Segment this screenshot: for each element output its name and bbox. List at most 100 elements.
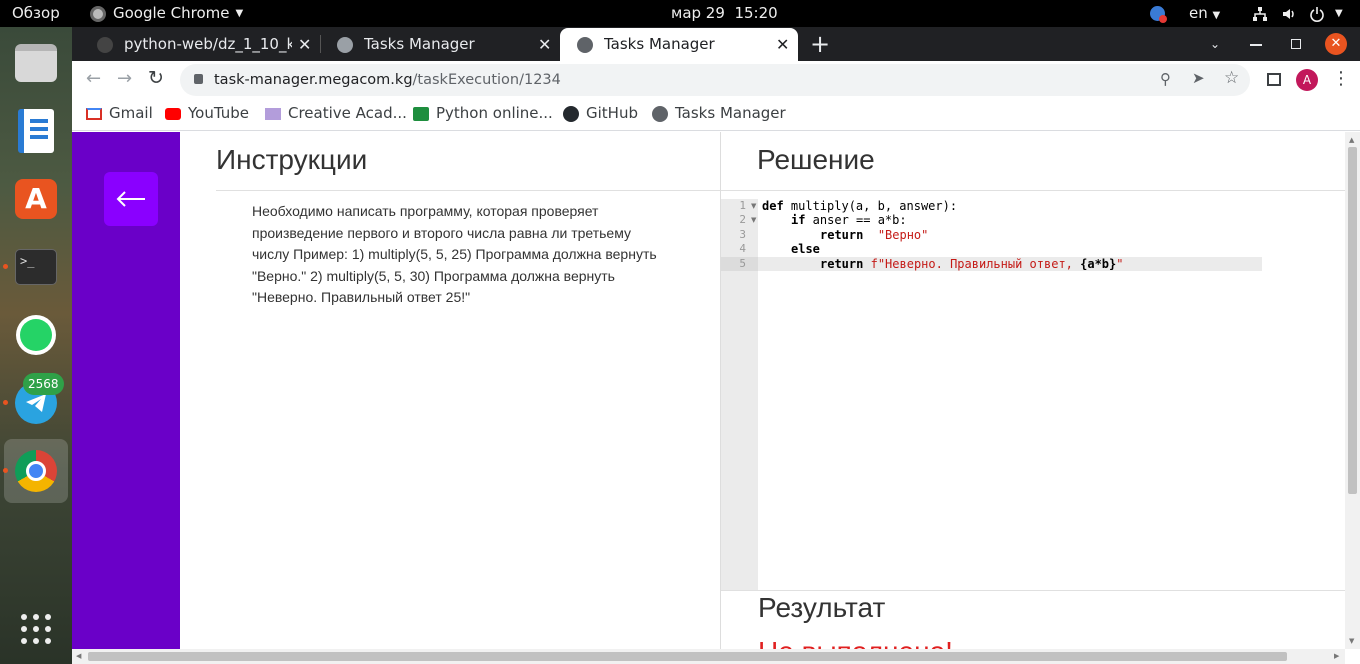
bookmarks-bar: Gmail YouTube Creative Acad... Python on…: [72, 99, 1360, 131]
bookmark-youtube[interactable]: YouTube: [165, 99, 249, 129]
layout-label: en: [1189, 4, 1208, 22]
globe-icon: [652, 105, 668, 122]
zoom-icon[interactable]: ⚲: [1160, 70, 1171, 88]
bookmark-star-icon[interactable]: ☆: [1224, 68, 1239, 88]
reload-icon[interactable]: ↻: [148, 67, 164, 89]
bookmark-github[interactable]: GitHub: [563, 99, 638, 129]
scroll-thumb[interactable]: [1348, 147, 1357, 494]
volume-icon[interactable]: [1281, 0, 1297, 27]
tab-github[interactable]: python-web/dz_1_10_kotl ✕: [80, 28, 320, 61]
globe-icon: [337, 37, 353, 53]
restore-icon[interactable]: [1291, 39, 1301, 49]
divider: [721, 190, 1345, 191]
code-line: return f"Неверно. Правильный ответ, {a*b…: [820, 257, 1123, 271]
code-token: else: [791, 242, 820, 257]
app-menu-label: Google Chrome: [113, 4, 230, 22]
code-editor[interactable]: 1 2 3 4 5 ▼ ▼ def multiply(a, b, answer)…: [721, 199, 1345, 590]
scroll-down-icon[interactable]: ▼: [1349, 637, 1354, 645]
bookmark-label: Creative Acad...: [288, 104, 407, 122]
dock: A >_ 2568: [0, 27, 72, 664]
code-token: "Неверно. Правильный ответ,: [877, 256, 1081, 271]
tab-search-icon[interactable]: ⌄: [1210, 27, 1220, 61]
profile-avatar[interactable]: A: [1296, 69, 1318, 91]
code-line: if anser == a*b:: [791, 213, 907, 227]
python-online-icon: [413, 106, 429, 121]
screen: Обзор Google Chrome ▼ мар 29 15:20 en ▼ …: [0, 0, 1360, 664]
libreoffice-writer-icon[interactable]: [12, 107, 60, 155]
page-sidebar: [72, 132, 180, 649]
chrome-icon[interactable]: [12, 447, 60, 495]
show-applications-icon[interactable]: [12, 605, 60, 653]
network-icon[interactable]: [1252, 0, 1268, 27]
keyboard-layout-menu[interactable]: en ▼: [1189, 0, 1220, 27]
divider: [216, 190, 720, 191]
chrome-small-icon: [90, 5, 106, 22]
bookmark-creative[interactable]: Creative Acad...: [265, 99, 407, 129]
fold-arrow-icon[interactable]: ▼: [751, 199, 757, 213]
power-icon[interactable]: [1309, 0, 1325, 27]
browser-toolbar: ← → ↻ task-manager.megacom.kg/taskExecut…: [72, 61, 1360, 99]
app-menu[interactable]: Google Chrome ▼: [90, 0, 243, 27]
whatsapp-icon[interactable]: [12, 311, 60, 359]
url-text[interactable]: task-manager.megacom.kg/taskExecution/12…: [214, 64, 561, 96]
bookmark-tasks-manager[interactable]: Tasks Manager: [652, 99, 786, 129]
vertical-scrollbar[interactable]: ▲ ▼: [1345, 132, 1360, 649]
running-indicator: [3, 264, 8, 269]
caret-down-icon: ▼: [235, 8, 244, 19]
close-tab-icon[interactable]: ✕: [538, 28, 551, 61]
line-number: 3: [739, 227, 746, 241]
system-top-bar: Обзор Google Chrome ▼ мар 29 15:20 en ▼ …: [0, 0, 1360, 27]
tab-tasks-manager-1[interactable]: Tasks Manager ✕: [320, 28, 560, 61]
close-tab-icon[interactable]: ✕: [776, 28, 789, 61]
youtube-icon: [165, 107, 181, 120]
bookmark-python[interactable]: Python online...: [413, 99, 553, 129]
tab-tasks-manager-active[interactable]: Tasks Manager ✕: [560, 28, 798, 61]
line-number: 5: [721, 256, 758, 271]
kebab-menu-icon[interactable]: ⋮: [1332, 68, 1350, 90]
omnibox[interactable]: task-manager.megacom.kg/taskExecution/12…: [180, 64, 1250, 96]
back-arrow-icon[interactable]: ←: [86, 68, 101, 89]
bookmark-gmail[interactable]: Gmail: [86, 99, 153, 129]
code-token: {a*b}: [1080, 256, 1117, 271]
terminal-icon[interactable]: >_: [12, 243, 60, 291]
code-token: ": [1116, 256, 1124, 271]
code-line: return "Верно": [820, 228, 928, 242]
close-tab-icon[interactable]: ✕: [298, 28, 311, 61]
caret-down-icon: ▼: [1212, 10, 1221, 21]
scroll-left-icon[interactable]: ◀: [76, 652, 81, 660]
bookmark-label: Tasks Manager: [675, 104, 786, 122]
tab-strip: python-web/dz_1_10_kotl ✕ Tasks Manager …: [72, 27, 1360, 61]
scroll-right-icon[interactable]: ▶: [1334, 652, 1339, 660]
horizontal-scrollbar[interactable]: ◀ ▶: [72, 649, 1345, 664]
forward-arrow-icon[interactable]: →: [117, 68, 132, 89]
instructions-title: Инструкции: [216, 144, 368, 175]
notification-icon[interactable]: [1150, 6, 1167, 23]
back-button[interactable]: [104, 172, 158, 226]
minimize-icon[interactable]: [1250, 44, 1262, 46]
running-indicator: [3, 400, 8, 405]
bookmark-label: Python online...: [436, 104, 553, 122]
activities-button[interactable]: Обзор: [12, 0, 60, 27]
clock[interactable]: мар 29 15:20: [671, 0, 778, 27]
caret-down-icon[interactable]: ▼: [1335, 0, 1343, 27]
close-window-icon[interactable]: ✕: [1325, 33, 1347, 55]
files-icon[interactable]: [12, 39, 60, 87]
tab-title: python-web/dz_1_10_kotl: [124, 35, 292, 53]
code-token: "Верно": [877, 227, 929, 242]
software-center-icon[interactable]: A: [12, 175, 60, 223]
code-token: return: [820, 227, 864, 242]
scroll-up-icon[interactable]: ▲: [1349, 136, 1354, 144]
new-tab-button[interactable]: +: [810, 27, 830, 61]
scroll-thumb[interactable]: [88, 652, 1287, 661]
line-number: 4: [739, 242, 746, 256]
fold-arrow-icon[interactable]: ▼: [751, 213, 757, 227]
side-panel-icon[interactable]: [1267, 73, 1281, 86]
code-token: f: [870, 256, 878, 271]
bookmark-label: Gmail: [109, 104, 153, 122]
github-icon: [97, 37, 113, 53]
code-token: return: [820, 256, 864, 271]
send-icon[interactable]: ➤: [1192, 69, 1205, 87]
telegram-badge: 2568: [23, 373, 64, 395]
divider: [721, 590, 1345, 591]
date-label: мар 29: [671, 4, 725, 22]
